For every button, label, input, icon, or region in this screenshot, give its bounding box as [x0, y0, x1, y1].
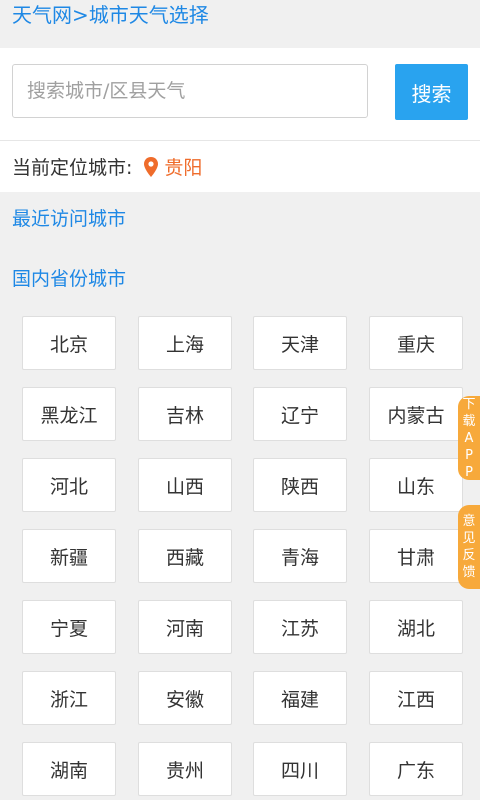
province-button[interactable]: 北京 — [22, 316, 116, 370]
province-button[interactable]: 江苏 — [253, 600, 347, 654]
province-button[interactable]: 吉林 — [138, 387, 232, 441]
province-button[interactable]: 内蒙古 — [369, 387, 463, 441]
current-location-row: 当前定位城市: 贵阳 — [0, 140, 480, 192]
breadcrumb[interactable]: 天气网>城市天气选择 — [12, 3, 209, 27]
province-button[interactable]: 山西 — [138, 458, 232, 512]
province-button[interactable]: 新疆 — [22, 529, 116, 583]
province-button[interactable]: 山东 — [369, 458, 463, 512]
feedback-label: 意见反馈 — [462, 514, 476, 580]
current-location-label: 当前定位城市: — [12, 157, 133, 179]
province-button[interactable]: 四川 — [253, 742, 347, 796]
province-button[interactable]: 天津 — [253, 316, 347, 370]
feedback-tab[interactable]: 意见反馈 — [458, 505, 480, 589]
download-app-tab[interactable]: 下载APP — [458, 396, 480, 480]
province-button[interactable]: 安徽 — [138, 671, 232, 725]
province-button[interactable]: 湖北 — [369, 600, 463, 654]
province-button[interactable]: 福建 — [253, 671, 347, 725]
province-button[interactable]: 河南 — [138, 600, 232, 654]
province-button[interactable]: 青海 — [253, 529, 347, 583]
domestic-provinces-title: 国内省份城市 — [12, 268, 127, 290]
province-button[interactable]: 宁夏 — [22, 600, 116, 654]
province-button[interactable]: 河北 — [22, 458, 116, 512]
province-button[interactable]: 黑龙江 — [22, 387, 116, 441]
search-button[interactable]: 搜索 — [395, 64, 468, 120]
province-button[interactable]: 贵州 — [138, 742, 232, 796]
search-bar: 搜索 — [0, 48, 480, 140]
province-button[interactable]: 湖南 — [22, 742, 116, 796]
province-button[interactable]: 甘肃 — [369, 529, 463, 583]
province-button[interactable]: 重庆 — [369, 316, 463, 370]
province-button[interactable]: 辽宁 — [253, 387, 347, 441]
province-button[interactable]: 陕西 — [253, 458, 347, 512]
province-button[interactable]: 广东 — [369, 742, 463, 796]
recent-cities-title: 最近访问城市 — [12, 208, 127, 230]
search-input[interactable] — [12, 64, 368, 118]
location-pin-icon — [144, 156, 159, 177]
current-location-city[interactable]: 贵阳 — [164, 153, 202, 180]
province-button[interactable]: 西藏 — [138, 529, 232, 583]
province-button[interactable]: 江西 — [369, 671, 463, 725]
province-button[interactable]: 浙江 — [22, 671, 116, 725]
download-app-label: 下载APP — [462, 396, 476, 480]
province-button[interactable]: 上海 — [138, 316, 232, 370]
